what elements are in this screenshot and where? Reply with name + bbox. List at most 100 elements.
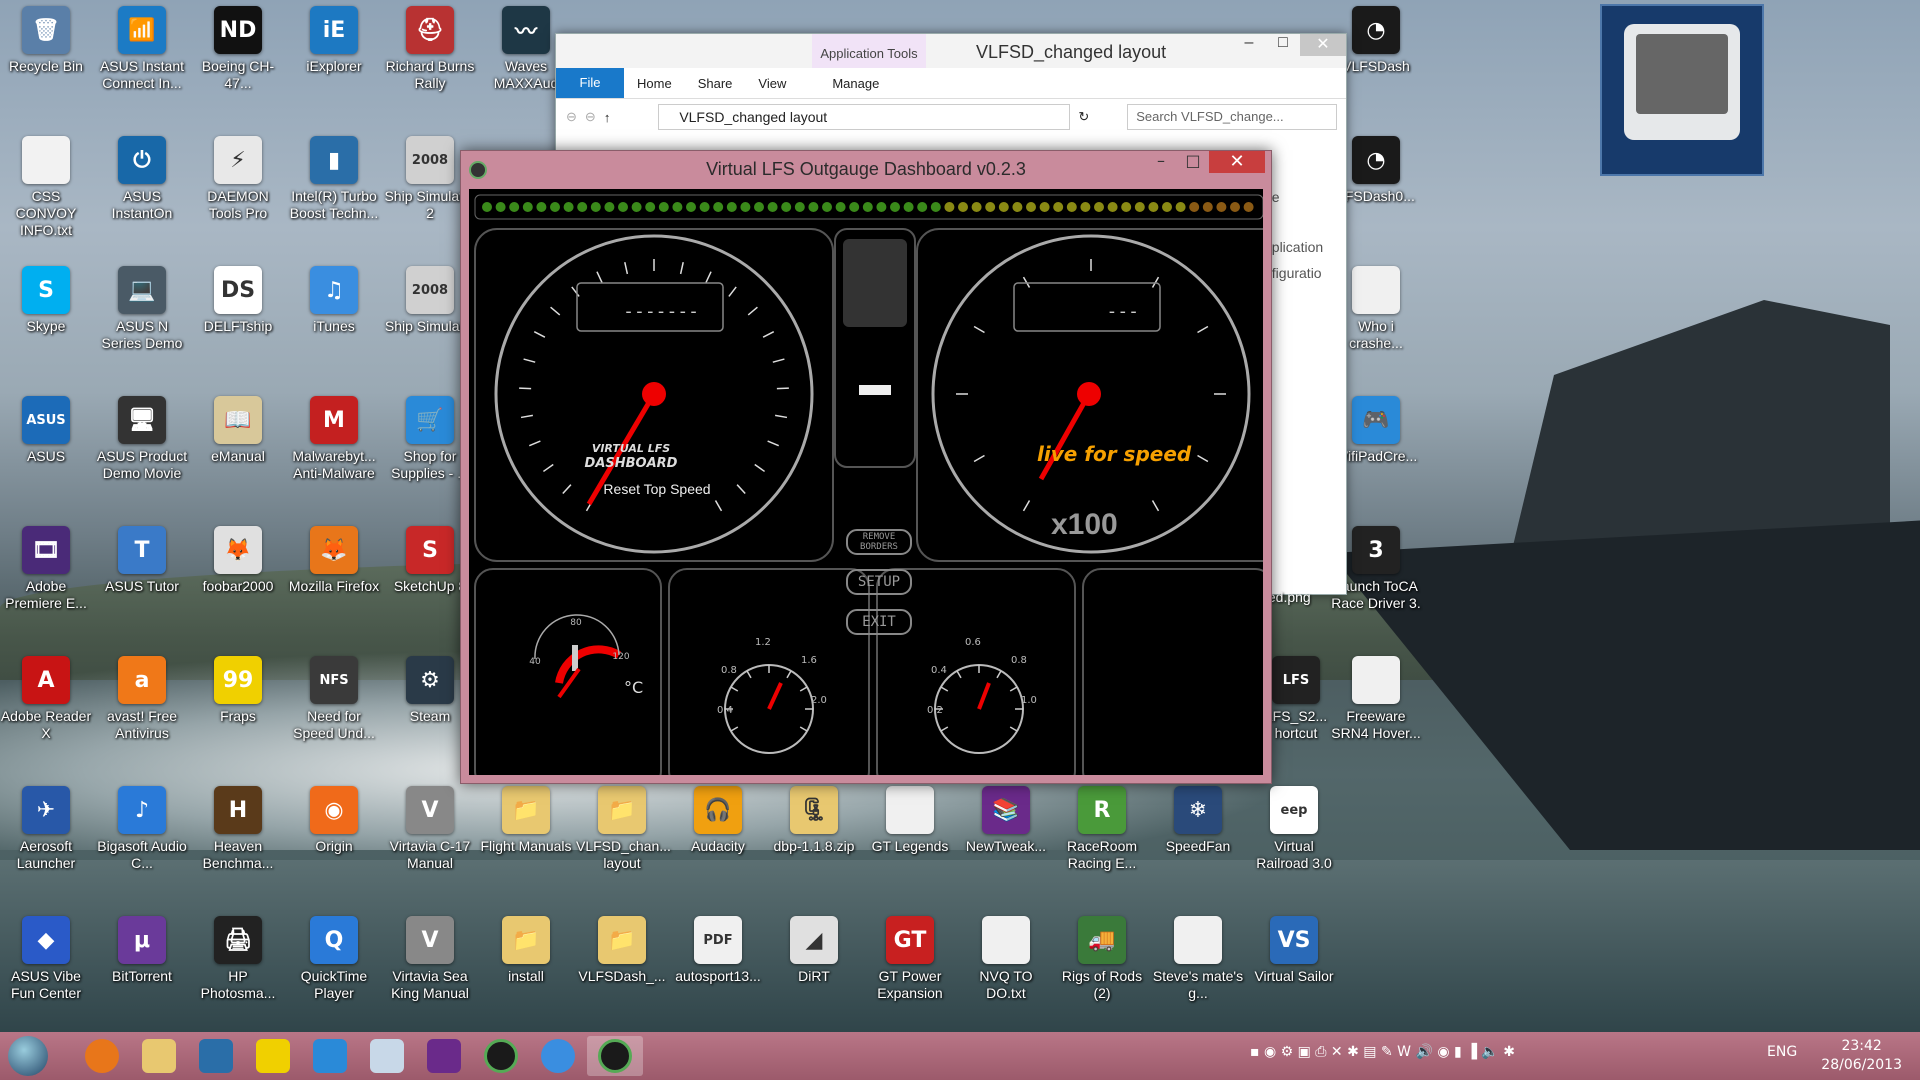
taskbar-app-intel[interactable] [188, 1036, 244, 1076]
desktop-icon-intel-turbo[interactable]: ▮ Intel(R) Turbo Boost Techn... [288, 130, 380, 222]
desktop-icon-skype[interactable]: S Skype [0, 260, 92, 335]
desktop-icon-foobar2000[interactable]: 🦊 foobar2000 [192, 520, 284, 595]
context-tab-application-tools[interactable]: Application Tools [812, 34, 926, 68]
desktop-icon-virtavia-c17[interactable]: V Virtavia C-17 Manual [384, 780, 476, 872]
itunes-icon [541, 1039, 575, 1073]
desktop-icon-richard-burns[interactable]: ⛑ Richard Burns Rally [384, 0, 476, 92]
desktop-icon-rigs-of-rods[interactable]: 🚚 Rigs of Rods (2) [1056, 910, 1148, 1002]
desktop-icon-asus-instant-connect[interactable]: 📶 ASUS Instant Connect In... [96, 0, 188, 92]
desktop-icon-adobe-premiere[interactable]: 🎞 Adobe Premiere E... [0, 520, 92, 612]
tab-file[interactable]: File [556, 68, 624, 98]
dbp-zip-icon: 🗜 [790, 786, 838, 834]
desktop-icon-bigasoft[interactable]: ♪ Bigasoft Audio C... [96, 780, 188, 872]
desktop-icon-asus-product-demo[interactable]: 🖥 ASUS Product Demo Movie [96, 390, 188, 482]
desktop-icon-raceroom[interactable]: R RaceRoom Racing E... [1056, 780, 1148, 872]
desktop-icon-flight-manuals[interactable]: 📁 Flight Manuals [480, 780, 572, 855]
start-button[interactable] [8, 1036, 48, 1076]
desktop-icon-newtweak[interactable]: 📚 NewTweak... [960, 780, 1052, 855]
desktop-icon-virtual-sailor[interactable]: VS Virtual Sailor [1248, 910, 1340, 985]
desktop-icon-steves-mates[interactable]: Steve's mate's g... [1152, 910, 1244, 1002]
desktop-icon-autosport[interactable]: PDF autosport13... [672, 910, 764, 985]
exit-button[interactable]: EXIT [846, 609, 912, 635]
desktop-icon-asus[interactable]: ASUS ASUS [0, 390, 92, 465]
clock[interactable]: 23:42 28/06/2013 [1821, 1037, 1902, 1075]
up-icon[interactable]: ↑ [604, 110, 611, 125]
taskbar-app-vlfsdash-a[interactable] [473, 1036, 529, 1076]
taskbar-app-display[interactable] [302, 1036, 358, 1076]
desktop-icon-avast[interactable]: a avast! Free Antivirus [96, 650, 188, 742]
desktop-icon-speedfan[interactable]: ❄ SpeedFan [1152, 780, 1244, 855]
desktop-icon-delftship[interactable]: DS DELFTship [192, 260, 284, 335]
remove-borders-button[interactable]: REMOVE BORDERS [846, 529, 912, 555]
language-indicator[interactable]: ENG [1767, 1044, 1797, 1060]
desktop-icon-recycle-bin[interactable]: 🗑 Recycle Bin [0, 0, 92, 75]
desktop-icon-asus-n-series[interactable]: 💻 ASUS N Series Demo [96, 260, 188, 352]
desktop-icon-dbp-zip[interactable]: 🗜 dbp-1.1.8.zip [768, 780, 860, 855]
desktop-icon-audacity[interactable]: 🎧 Audacity [672, 780, 764, 855]
desktop-icon-dirt[interactable]: ◢ DiRT [768, 910, 860, 985]
gauge-tick [730, 726, 739, 732]
desktop-icon-iexplorer[interactable]: iE iExplorer [288, 0, 380, 75]
vlfs-dashboard-window[interactable]: Virtual LFS Outgauge Dashboard v0.2.3 – … [460, 150, 1272, 784]
desktop-icon-gt-power[interactable]: GT GT Power Expansion [864, 910, 956, 1002]
desktop-icon-virtavia-sea-king[interactable]: V Virtavia Sea King Manual [384, 910, 476, 1002]
desktop-icon-quicktime[interactable]: Q QuickTime Player [288, 910, 380, 1002]
maximize-button[interactable]: □ [1266, 34, 1300, 56]
desktop-icon-freeware-srn4[interactable]: Freeware SRN4 Hover... [1330, 650, 1422, 742]
desktop-icon-malwarebytes[interactable]: M Malwarebyt... Anti-Malware [288, 390, 380, 482]
tab-share[interactable]: Share [685, 76, 746, 91]
desktop-icon-css-convoy[interactable]: CSS CONVOY INFO.txt [0, 130, 92, 239]
desktop-icon-mozilla-firefox[interactable]: 🦊 Mozilla Firefox [288, 520, 380, 595]
intel-turbo-boost-widget[interactable] [1600, 4, 1764, 176]
tab-manage[interactable]: Manage [819, 76, 892, 91]
desktop-icon-heaven[interactable]: H Heaven Benchma... [192, 780, 284, 872]
desktop-icon-origin[interactable]: ◉ Origin [288, 780, 380, 855]
minimize-button[interactable]: – [1145, 151, 1177, 173]
setup-button[interactable]: SETUP [846, 569, 912, 595]
desktop-icon-boeing[interactable]: ND Boeing CH-47... [192, 0, 284, 92]
refresh-icon[interactable]: ↻ [1078, 109, 1089, 125]
desktop-icon-hp-photosmart[interactable]: 🖨 HP Photosma... [192, 910, 284, 1002]
taskbar-app-vlfsdash-b[interactable] [587, 1036, 643, 1076]
taskbar-app-winrar[interactable] [416, 1036, 472, 1076]
taskbar-app-firefox[interactable] [74, 1036, 130, 1076]
shift-led [890, 202, 900, 212]
search-input[interactable]: Search VLFSD_change... [1127, 104, 1338, 130]
address-field[interactable]: VLFSD_changed layout [658, 104, 1071, 130]
minimize-button[interactable]: – [1232, 34, 1266, 56]
tab-view[interactable]: View [745, 76, 799, 91]
close-button[interactable]: ✕ [1300, 34, 1346, 56]
desktop-icon-need-for-speed[interactable]: NFS Need for Speed Und... [288, 650, 380, 742]
desktop-icon-aerosoft[interactable]: ✈ Aerosoft Launcher [0, 780, 92, 872]
desktop-icon-asus-vibe[interactable]: ◆ ASUS Vibe Fun Center [0, 910, 92, 1002]
taskbar-app-paint[interactable] [359, 1036, 415, 1076]
desktop-icon-emanual[interactable]: 📖 eManual [192, 390, 284, 465]
reset-top-speed-button[interactable]: Reset Top Speed [603, 481, 710, 497]
desktop-icon-label: Audacity [691, 838, 745, 854]
taskbar-app-itunes[interactable] [530, 1036, 586, 1076]
desktop-icon-adobe-reader[interactable]: A Adobe Reader X [0, 650, 92, 742]
desktop-icon-fraps[interactable]: 99 Fraps [192, 650, 284, 725]
desktop-icon-gt-legends[interactable]: GT Legends [864, 780, 956, 855]
forward-icon[interactable]: ⊖ [585, 109, 596, 125]
desktop-icon-asus-instanton[interactable]: ⏻ ASUS InstantOn [96, 130, 188, 222]
desktop-icon-vlfsdash-folder[interactable]: 📁 VLFSDash_... [576, 910, 668, 985]
maximize-button[interactable]: □ [1177, 151, 1209, 173]
explorer-titlebar[interactable]: Application Tools VLFSD_changed layout –… [556, 34, 1346, 68]
taskbar-app-file-explorer[interactable] [131, 1036, 187, 1076]
back-icon[interactable]: ⊖ [566, 109, 577, 125]
desktop-icon-nvq-todo[interactable]: NVQ TO DO.txt [960, 910, 1052, 1002]
taskbar-app-fraps[interactable] [245, 1036, 301, 1076]
desktop-icon-install[interactable]: 📁 install [480, 910, 572, 985]
desktop-icon-daemon-tools[interactable]: ⚡ DAEMON Tools Pro [192, 130, 284, 222]
desktop-icon-asus-tutor[interactable]: T ASUS Tutor [96, 520, 188, 595]
close-button[interactable]: ✕ [1209, 151, 1265, 173]
desktop-icon-itunes[interactable]: ♫ iTunes [288, 260, 380, 335]
desktop-icon-bittorrent[interactable]: μ BitTorrent [96, 910, 188, 985]
tab-home[interactable]: Home [624, 76, 685, 91]
system-tray-icons[interactable]: ▪ ◉ ⚙ ▣ ⎙ ✕ ✱ ▤ ✎ W 🔊 ◉ ▮ ▐ 🔈 ✱ [1250, 1044, 1515, 1060]
shift-led [1134, 202, 1145, 212]
desktop-icon-virtual-railroad[interactable]: eep Virtual Railroad 3.0 [1248, 780, 1340, 872]
dashboard-titlebar[interactable]: Virtual LFS Outgauge Dashboard v0.2.3 – … [461, 151, 1271, 185]
desktop-icon-vlfsd-chan-layout[interactable]: 📁 VLFSD_chan... layout [576, 780, 671, 872]
